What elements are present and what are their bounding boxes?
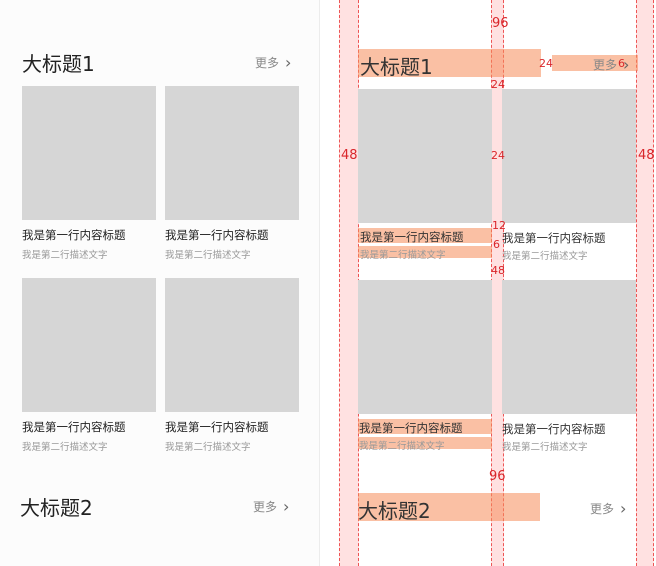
spec-card-image xyxy=(502,89,636,223)
card-image xyxy=(165,86,299,220)
content-card[interactable]: 我是第一行内容标题 我是第二行描述文字 xyxy=(22,86,156,261)
card-title: 我是第一行内容标题 xyxy=(165,420,269,434)
spec-panel: 大标题1 更多 › 我是第一行内容标题 我是第二行描述文字 我是第一行内容标题 … xyxy=(336,0,656,566)
card-title: 我是第一行内容标题 xyxy=(165,228,269,242)
card-image xyxy=(22,278,156,412)
measure-line-gap: 6 xyxy=(493,238,500,251)
section-title-2: 大标题2 xyxy=(20,496,93,520)
more-label: 更多 xyxy=(253,500,278,514)
chevron-right-icon: › xyxy=(620,498,627,518)
guide-left-margin xyxy=(339,0,359,566)
spec-card-image xyxy=(358,280,492,414)
spec-card-title: 我是第一行内容标题 xyxy=(502,231,606,245)
more-label: 更多 xyxy=(255,56,280,70)
spec-card-description: 我是第二行描述文字 xyxy=(502,251,588,262)
content-card[interactable]: 我是第一行内容标题 我是第二行描述文字 xyxy=(22,278,156,453)
more-link-2[interactable]: 更多 › xyxy=(253,498,289,515)
content-card[interactable]: 我是第一行内容标题 我是第二行描述文字 xyxy=(165,278,299,453)
spec-section-title-2: 大标题2 xyxy=(358,499,431,523)
measure-top-gap: 96 xyxy=(492,16,509,31)
guide-right-margin xyxy=(636,0,654,566)
card-image xyxy=(22,86,156,220)
card-title: 我是第一行内容标题 xyxy=(22,228,126,242)
measure-row-gap: 48 xyxy=(491,264,505,277)
spec-card-image xyxy=(502,280,636,414)
spec-more-link-2: 更多 › xyxy=(590,500,626,517)
spec-card-description: 我是第二行描述文字 xyxy=(359,441,445,452)
measure-left-margin: 48 xyxy=(341,148,358,163)
measure-image-to-text: 12 xyxy=(492,219,506,232)
spec-card-title: 我是第一行内容标题 xyxy=(359,421,463,435)
card-description: 我是第二行描述文字 xyxy=(165,250,251,261)
spec-card-title: 我是第一行内容标题 xyxy=(360,230,464,244)
more-label: 更多 xyxy=(593,58,618,72)
measure-section-gap: 96 xyxy=(489,469,506,484)
spec-card-description: 我是第二行描述文字 xyxy=(360,250,446,261)
measure-right-margin: 48 xyxy=(638,148,655,163)
spec-card-description: 我是第二行描述文字 xyxy=(502,442,588,453)
measure-title-gap: 24 xyxy=(539,57,553,70)
card-image xyxy=(165,278,299,412)
chevron-right-icon: › xyxy=(283,496,290,516)
chevron-right-icon: › xyxy=(285,52,292,72)
measure-more-gap: 6 xyxy=(618,57,625,70)
card-title: 我是第一行内容标题 xyxy=(22,420,126,434)
section-title-1: 大标题1 xyxy=(22,52,95,76)
mockup-panel: 大标题1 更多 › 我是第一行内容标题 我是第二行描述文字 我是第一行内容标题 … xyxy=(0,0,320,566)
content-card[interactable]: 我是第一行内容标题 我是第二行描述文字 xyxy=(165,86,299,261)
card-description: 我是第二行描述文字 xyxy=(22,250,108,261)
spec-section-title-1: 大标题1 xyxy=(360,55,433,79)
spec-card-title: 我是第一行内容标题 xyxy=(502,422,606,436)
card-description: 我是第二行描述文字 xyxy=(22,442,108,453)
more-link-1[interactable]: 更多 › xyxy=(255,54,291,71)
card-description: 我是第二行描述文字 xyxy=(165,442,251,453)
measure-column-gap: 24 xyxy=(491,149,505,162)
more-label: 更多 xyxy=(590,502,615,516)
spec-card-image xyxy=(358,89,492,223)
measure-title-to-image: 24 xyxy=(491,78,505,91)
